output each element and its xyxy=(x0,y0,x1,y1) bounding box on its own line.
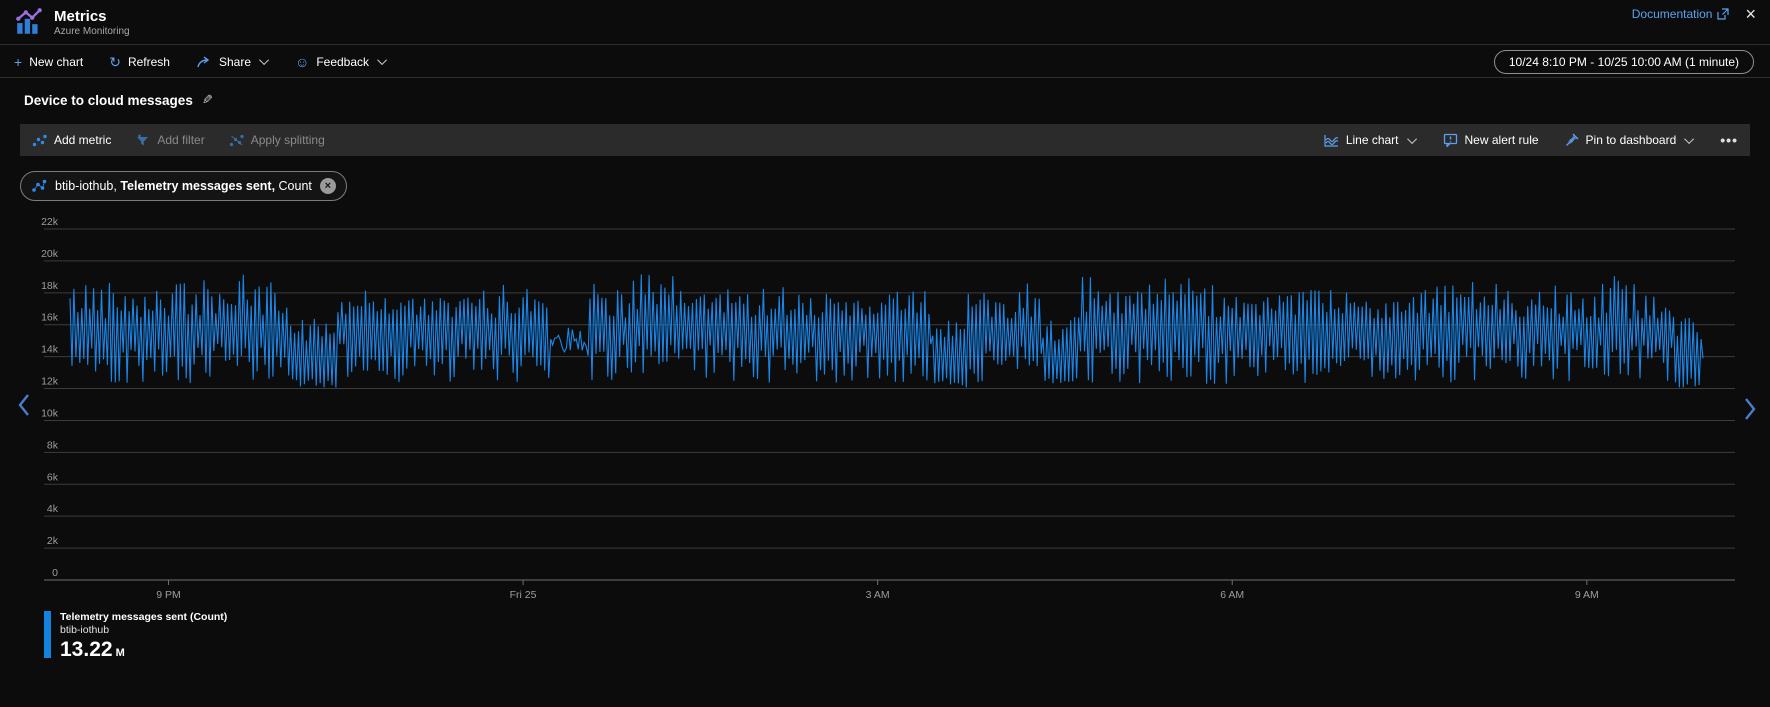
chart-title-row: Device to cloud messages ✎ xyxy=(24,92,213,108)
svg-text:14k: 14k xyxy=(41,344,59,356)
scatter-metric-icon xyxy=(32,134,47,147)
external-link-icon xyxy=(1717,8,1729,20)
add-metric-button[interactable]: Add metric xyxy=(32,133,111,147)
svg-text:0: 0 xyxy=(52,567,58,579)
legend-metric-name: Telemetry messages sent (Count) xyxy=(60,611,227,624)
chevron-down-icon xyxy=(377,55,387,65)
metrics-page: Metrics Azure Monitoring Documentation ×… xyxy=(0,0,1770,707)
svg-text:8k: 8k xyxy=(47,439,59,451)
line-chart-icon xyxy=(1323,134,1339,147)
add-filter-button[interactable]: Add filter xyxy=(135,133,204,147)
scroll-left-chevron-icon[interactable] xyxy=(16,392,32,418)
documentation-link[interactable]: Documentation xyxy=(1632,7,1730,21)
time-range-picker[interactable]: 10/24 8:10 PM - 10/25 10:00 AM (1 minute… xyxy=(1494,50,1754,74)
documentation-label: Documentation xyxy=(1632,7,1713,21)
pill-metric: Telemetry messages sent, xyxy=(120,179,275,193)
legend-value-unit: M xyxy=(116,647,125,659)
svg-text:6k: 6k xyxy=(47,471,59,483)
metrics-logo-icon xyxy=(14,7,44,37)
share-button[interactable]: Share xyxy=(196,55,269,69)
metrics-chart-svg[interactable]: 0 2k 4k 6k 8k 10k 12k 14k 16k 18k 20k 22k 9 PM Fri 25… xyxy=(0,200,1770,610)
svg-text:9 AM: 9 AM xyxy=(1575,589,1599,601)
close-icon[interactable]: × xyxy=(1745,5,1756,23)
svg-text:6 AM: 6 AM xyxy=(1220,589,1244,601)
metric-pill-text: btib-iothub, Telemetry messages sent, Co… xyxy=(55,179,312,193)
page-subtitle: Azure Monitoring xyxy=(54,26,130,37)
svg-text:22k: 22k xyxy=(41,216,59,228)
svg-text:16k: 16k xyxy=(41,312,59,324)
pin-to-dashboard-button[interactable]: Pin to dashboard xyxy=(1565,133,1695,147)
metric-pill[interactable]: btib-iothub, Telemetry messages sent, Co… xyxy=(20,171,347,201)
app-header: Metrics Azure Monitoring Documentation × xyxy=(0,0,1770,45)
chart-command-bar: Add metric Add filter Apply splitting xyxy=(20,124,1750,156)
pin-to-dashboard-label: Pin to dashboard xyxy=(1586,133,1677,147)
pill-aggregation: Count xyxy=(275,179,312,193)
svg-text:20k: 20k xyxy=(41,248,59,260)
chart-type-dropdown[interactable]: Line chart xyxy=(1323,133,1417,147)
new-alert-rule-label: New alert rule xyxy=(1465,133,1539,147)
chevron-down-icon xyxy=(1684,134,1694,144)
refresh-label: Refresh xyxy=(128,55,170,69)
refresh-icon: ↻ xyxy=(109,55,121,69)
chart-type-label: Line chart xyxy=(1346,133,1399,147)
add-filter-label: Add filter xyxy=(157,133,204,147)
edit-title-icon[interactable]: ✎ xyxy=(202,92,213,108)
svg-text:2k: 2k xyxy=(47,535,59,547)
filter-icon xyxy=(135,134,150,147)
legend-resource-name: btib-iothub xyxy=(60,624,227,636)
new-chart-label: New chart xyxy=(29,55,83,69)
feedback-button[interactable]: ☺ Feedback xyxy=(295,55,387,69)
pin-icon xyxy=(1565,133,1579,147)
svg-text:Fri 25: Fri 25 xyxy=(510,589,537,601)
ellipsis-icon: ••• xyxy=(1720,132,1738,148)
svg-text:4k: 4k xyxy=(47,503,59,515)
page-title: Metrics xyxy=(54,8,130,25)
remove-metric-icon[interactable]: × xyxy=(320,178,336,194)
alert-rule-icon xyxy=(1443,133,1458,147)
apply-splitting-label: Apply splitting xyxy=(251,133,325,147)
legend-color-swatch xyxy=(44,611,51,658)
scatter-metric-icon xyxy=(31,179,47,193)
plus-icon: + xyxy=(14,55,22,69)
svg-text:12k: 12k xyxy=(41,376,59,388)
apply-splitting-button[interactable]: Apply splitting xyxy=(229,133,325,147)
new-alert-rule-button[interactable]: New alert rule xyxy=(1443,133,1539,147)
svg-text:9 PM: 9 PM xyxy=(156,589,181,601)
svg-text:18k: 18k xyxy=(41,280,59,292)
new-chart-button[interactable]: + New chart xyxy=(14,55,83,69)
share-icon xyxy=(196,55,212,68)
share-label: Share xyxy=(219,55,251,69)
top-command-bar: + New chart ↻ Refresh Share ☺ Feedback 1… xyxy=(0,46,1770,78)
more-options-button[interactable]: ••• xyxy=(1720,132,1738,148)
chevron-down-icon xyxy=(259,55,269,65)
feedback-label: Feedback xyxy=(316,55,369,69)
scroll-right-chevron-icon[interactable] xyxy=(1742,396,1758,422)
add-metric-label: Add metric xyxy=(54,133,111,147)
chart-title: Device to cloud messages xyxy=(24,93,193,108)
pill-resource: btib-iothub, xyxy=(55,179,120,193)
legend-item[interactable]: Telemetry messages sent (Count) btib-iot… xyxy=(44,611,227,665)
svg-text:3 AM: 3 AM xyxy=(866,589,890,601)
smiley-icon: ☺ xyxy=(295,55,309,69)
splitting-icon xyxy=(229,134,244,147)
svg-text:10k: 10k xyxy=(41,407,59,419)
legend-total-value: 13.22M xyxy=(60,638,227,665)
legend-value-number: 13.22 xyxy=(60,638,113,661)
refresh-button[interactable]: ↻ Refresh xyxy=(109,55,170,69)
chevron-down-icon xyxy=(1407,134,1417,144)
